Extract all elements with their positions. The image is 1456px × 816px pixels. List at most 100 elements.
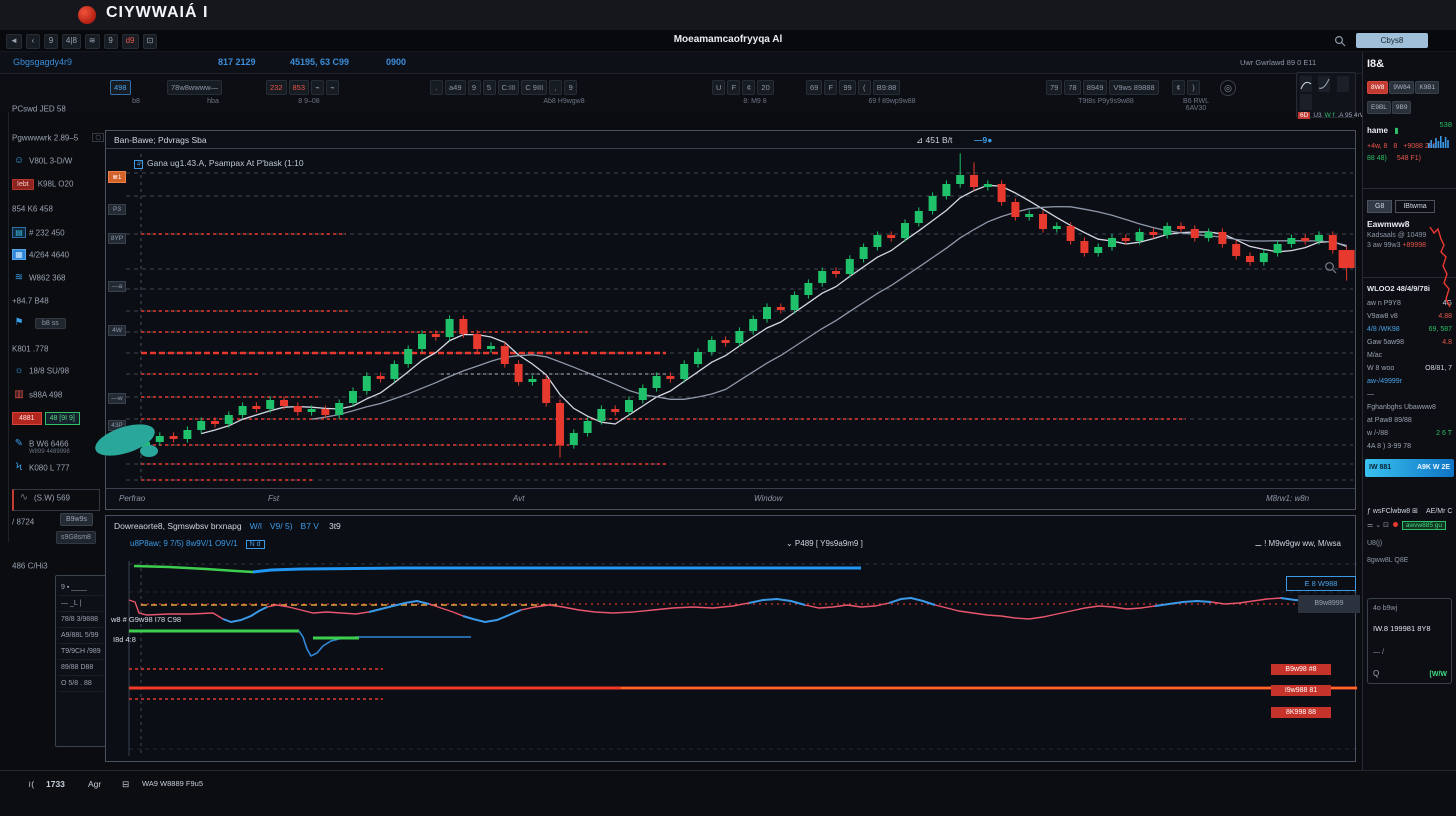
market-data-row[interactable]: w /-/88 2 6 T <box>1367 427 1452 440</box>
toolbar-button[interactable]: ⌁ <box>311 80 324 95</box>
sidebar-item[interactable]: Pgwwwwrk 2.89–5▢ <box>12 133 104 153</box>
drawing-highlight-tail[interactable] <box>140 445 158 457</box>
grid-icon[interactable]: ⊟ <box>122 779 129 790</box>
toolbar-button[interactable]: . <box>430 80 443 95</box>
sidebar-item[interactable]: ✎B W6 6466 W899 4489998 <box>12 438 104 458</box>
nav-pill-button[interactable]: Cbys8 <box>1356 33 1428 48</box>
sidebar-item[interactable]: +84.7 B48 <box>12 296 104 316</box>
sidebar-panel-row[interactable]: O 5/8 . 88 <box>59 676 103 692</box>
sidebar-red-button[interactable]: 4881 <box>12 412 42 425</box>
market-data-row[interactable]: 4A 8 ) 3-99 78 <box>1367 440 1452 453</box>
sidebar-panel-row[interactable]: T9/9CH /989 <box>59 644 103 660</box>
chart-side-badge[interactable]: 8YP <box>108 233 126 244</box>
toolbar-button[interactable]: U <box>712 80 725 95</box>
toolbar-button[interactable]: ¢ <box>742 80 755 95</box>
sidebar-item[interactable]: ⚑b8 ss <box>12 317 104 337</box>
chart-side-badge[interactable]: —a <box>108 281 126 292</box>
toolbar-button[interactable]: F <box>727 80 740 95</box>
quotes-symbol[interactable]: hame <box>1367 126 1388 135</box>
sidebar-panel-row[interactable]: — _L | <box>59 596 103 612</box>
thumbnail-icon[interactable] <box>1300 76 1312 92</box>
chart-side-badge[interactable]: 4W <box>108 325 126 336</box>
toolbar-button[interactable]: 69 <box>806 80 822 95</box>
news-title[interactable]: wsFClwbw8 <box>1373 508 1410 515</box>
toolbar-button[interactable]: 9 <box>468 80 481 95</box>
sidebar-item[interactable]: ☺V80L 3-D/W <box>12 155 104 175</box>
toolbar-button[interactable]: C 9III <box>521 80 547 95</box>
sidebar-panel-row[interactable]: A9/88L 5/99 <box>59 628 103 644</box>
chart-side-badge[interactable]: P3 <box>108 204 126 215</box>
toolbar-button[interactable]: 20 <box>757 80 773 95</box>
toolbar-button[interactable]: 99 <box>839 80 855 95</box>
order-box-q-icon[interactable]: Q <box>1373 669 1379 678</box>
chevron-down-icon[interactable]: ⌄ <box>1375 522 1381 529</box>
toolbar-button[interactable]: 78w8wwww— <box>167 80 222 95</box>
toolbar-button[interactable]: 232 <box>266 80 287 95</box>
sentiment-gauge[interactable]: IW 881 A9K W 2E <box>1365 459 1454 477</box>
right-panel-tab[interactable]: 9B9 <box>1392 101 1412 114</box>
toolbar-button[interactable]: 78 <box>1064 80 1080 95</box>
market-data-row[interactable]: W 8 woo O8/81, 7 <box>1367 362 1452 375</box>
toolbar-button[interactable]: , <box>549 80 562 95</box>
market-data-row[interactable]: aw-/49999r <box>1367 375 1452 388</box>
badge-icon[interactable]: ◎ <box>1220 80 1236 96</box>
view-tab[interactable]: G8 <box>1367 200 1392 213</box>
sidebar-item[interactable]: ∿(S.W) 569 <box>12 489 100 511</box>
toolbar-button[interactable]: a49 <box>445 80 466 95</box>
toolbar-button[interactable]: 8949 <box>1083 80 1108 95</box>
chart-side-badge[interactable]: —w <box>108 393 126 404</box>
toolbar-button[interactable]: 5 <box>483 80 496 95</box>
sidebar-item[interactable]: K801 .778 <box>12 344 104 364</box>
toolbar-button[interactable]: V9ws 89888 <box>1109 80 1158 95</box>
toolbar-button[interactable]: B9:88 <box>873 80 901 95</box>
toolbar-button[interactable]: 853 <box>289 80 310 95</box>
market-data-row[interactable]: Gaw 5aw98 4.8 <box>1367 336 1452 349</box>
sidebar-item[interactable]: IebtK98L O20 <box>12 179 104 199</box>
sidebar-item[interactable]: ≋W862 368 <box>12 272 104 292</box>
sidebar-item[interactable]: 488148 [9I 9] <box>12 412 104 432</box>
sidebar-panel-row[interactable]: 78/8 3/9888 <box>59 612 103 628</box>
toolbar-button[interactable]: ⌁ <box>326 80 339 95</box>
order-box-main[interactable]: IW.8 199981 8Y8 <box>1373 624 1446 633</box>
symbol-name[interactable]: Gbgsgagdy4r9 <box>13 57 72 67</box>
market-data-row[interactable]: 4/8 /WK98 69, 587 <box>1367 323 1452 336</box>
list-icon[interactable]: ⚌ <box>1367 522 1373 529</box>
sidebar-item-pill[interactable]: b8 ss <box>35 318 66 329</box>
toolbar-button[interactable]: C:III <box>498 80 520 95</box>
order-box-confirm[interactable]: [W/W <box>1430 671 1448 678</box>
sidebar-panel-row[interactable]: 9 ▪ ____ <box>59 580 103 596</box>
sidebar-item-box[interactable]: ▢ <box>92 133 104 142</box>
toolbar-button[interactable]: 9 <box>564 80 577 95</box>
toolbar-button[interactable]: F <box>824 80 837 95</box>
toolbar-button[interactable]: ( <box>858 80 871 95</box>
right-panel-tab[interactable]: K9B1 <box>1415 81 1439 94</box>
sidebar-item[interactable]: 854 K6 458 <box>12 204 104 224</box>
sidebar-stack-button-1[interactable]: B9w9s <box>60 513 93 526</box>
right-panel-tab[interactable]: 8W8 <box>1367 81 1388 94</box>
main-candlestick-chart[interactable] <box>106 149 1357 489</box>
chart-side-badge[interactable]: ≣1 <box>108 171 126 183</box>
thumbnail-icon[interactable] <box>1318 76 1330 92</box>
sidebar-green-button[interactable]: 48 [9I 9] <box>45 412 80 425</box>
news-title-2[interactable]: AE/Mr C <box>1426 508 1452 515</box>
market-data-row[interactable]: at Paw8 89/88 <box>1367 414 1452 427</box>
market-data-row[interactable]: M/ac <box>1367 349 1452 362</box>
toolbar-button[interactable]: ¢ <box>1172 80 1185 95</box>
indicator-grey-box[interactable]: B9w8999 <box>1298 595 1360 613</box>
market-data-row[interactable]: Fghanbghs Ubawww8 <box>1367 401 1452 414</box>
window-icon[interactable]: ⊡ <box>1383 522 1389 529</box>
grid-icon[interactable]: ⊞ <box>1412 508 1418 515</box>
search-icon[interactable] <box>1334 34 1346 52</box>
sidebar-stack-button-2[interactable]: s9G8sm8 <box>56 531 96 544</box>
sidebar-item[interactable]: ϞK080 L 777 <box>12 462 104 482</box>
oscillator-chart[interactable] <box>106 516 1357 763</box>
market-data-row[interactable]: — <box>1367 388 1452 401</box>
toolbar-button[interactable]: 498 <box>110 80 131 95</box>
sidebar-item[interactable]: PCswd JED 58 <box>12 104 104 124</box>
right-panel-tab[interactable]: E9BL <box>1367 101 1391 114</box>
toolbar-button[interactable]: ) <box>1187 80 1200 95</box>
sidebar-item[interactable]: / 8724B9w9ss9G8sm8 <box>12 517 104 537</box>
zoom-icon[interactable] <box>1324 261 1337 279</box>
sidebar-panel-row[interactable]: 89/88 D88 <box>59 660 103 676</box>
indicator-blue-button[interactable]: E 8 W988 <box>1286 576 1356 591</box>
